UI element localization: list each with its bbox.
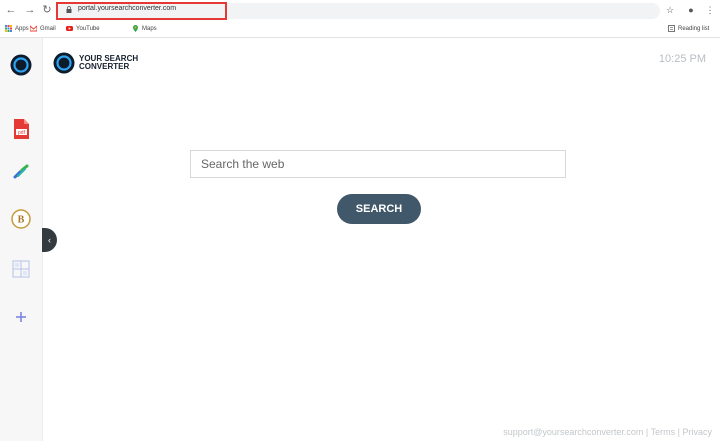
star-icon[interactable]: ☆ xyxy=(665,5,675,15)
apps-grid-icon xyxy=(5,25,12,32)
brand-name: YOUR SEARCH CONVERTER xyxy=(79,55,143,71)
svg-text:pdf: pdf xyxy=(18,130,26,136)
bitcoin-icon[interactable]: B xyxy=(10,208,32,230)
profile-icon[interactable]: ● xyxy=(686,5,696,15)
back-icon[interactable]: ← xyxy=(5,4,17,16)
reload-icon[interactable]: ↻ xyxy=(41,4,53,16)
maps-pin-icon xyxy=(133,25,138,32)
bookmark-youtube[interactable]: YouTube xyxy=(66,25,100,32)
circle-logo-icon[interactable] xyxy=(10,54,32,76)
footer-separator: | xyxy=(677,427,680,437)
bookmark-label: Maps xyxy=(142,25,157,32)
bookmark-gmail[interactable]: Gmail xyxy=(30,25,56,32)
brand-logo[interactable]: YOUR SEARCH CONVERTER xyxy=(53,52,143,74)
forward-icon[interactable]: → xyxy=(24,4,36,16)
support-email-link[interactable]: support@yoursearchconverter.com xyxy=(503,427,643,437)
privacy-link[interactable]: Privacy xyxy=(682,427,712,437)
bookmark-maps[interactable]: Maps xyxy=(132,25,157,32)
bookmark-apps[interactable]: Apps xyxy=(5,25,29,32)
footer: support@yoursearchconverter.com | Terms … xyxy=(503,427,712,437)
svg-text:B: B xyxy=(18,215,25,226)
search-input[interactable] xyxy=(190,150,566,178)
bookmark-label: Apps xyxy=(15,25,29,32)
sidebar: pdf B xyxy=(0,38,43,441)
bookmarks-bar: Apps Gmail YouTube Maps Reading list xyxy=(0,22,720,38)
sidebar-collapse-button[interactable]: ‹ xyxy=(42,228,57,252)
bookmark-label: Gmail xyxy=(40,25,56,32)
brand-circle-icon xyxy=(53,52,75,74)
brand-line-2: CONVERTER xyxy=(79,62,130,71)
bookmark-label: YouTube xyxy=(76,25,100,32)
menu-kebab-icon[interactable]: ⋮ xyxy=(705,5,715,15)
terms-link[interactable]: Terms xyxy=(651,427,676,437)
link-icon[interactable] xyxy=(10,162,32,184)
youtube-icon xyxy=(66,26,73,31)
reading-list-label: Reading list xyxy=(678,25,710,32)
search-button[interactable]: SEARCH xyxy=(337,194,421,224)
reading-list[interactable]: Reading list xyxy=(668,25,709,32)
browser-toolbar: ← → ↻ portal.yoursearchconverter.com ☆ ●… xyxy=(0,0,720,22)
footer-separator: | xyxy=(645,427,649,437)
gmail-icon xyxy=(30,25,37,32)
calculator-icon[interactable] xyxy=(10,258,32,280)
clock: 10:25 PM xyxy=(658,53,706,65)
url-highlight-box xyxy=(56,2,227,20)
pdf-icon[interactable]: pdf xyxy=(10,118,32,140)
plus-icon[interactable] xyxy=(10,306,32,328)
reading-list-icon xyxy=(668,25,675,32)
